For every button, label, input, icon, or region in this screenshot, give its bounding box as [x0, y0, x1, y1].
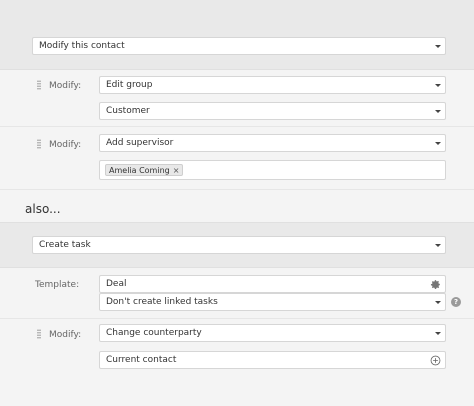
- modify-field-select[interactable]: Add supervisor: [99, 134, 446, 152]
- action-select[interactable]: Modify this contact: [32, 37, 446, 55]
- tag-label: Amelia Coming: [109, 165, 170, 175]
- modify-field-value: Add supervisor: [106, 138, 174, 148]
- action-1-section: [0, 0, 474, 70]
- help-icon[interactable]: ?: [451, 297, 461, 307]
- chevron-down-icon: [435, 84, 441, 87]
- modify-field-value: Change counterparty: [106, 328, 202, 338]
- gear-icon[interactable]: [430, 279, 441, 290]
- linked-tasks-select[interactable]: Don't create linked tasks: [99, 293, 446, 311]
- remove-tag-icon[interactable]: ×: [173, 166, 180, 175]
- chevron-down-icon: [435, 110, 441, 113]
- drag-handle-icon[interactable]: [37, 80, 41, 90]
- chevron-down-icon: [435, 301, 441, 304]
- counterparty-input[interactable]: Current contact: [99, 351, 446, 369]
- modify-label: Modify:: [49, 330, 82, 340]
- template-label: Template:: [35, 280, 80, 290]
- chevron-down-icon: [435, 45, 441, 48]
- action-select-value: Create task: [39, 240, 91, 250]
- action-select[interactable]: Create task: [32, 236, 446, 254]
- chevron-down-icon: [435, 244, 441, 247]
- modify-label: Modify:: [49, 140, 82, 150]
- also-label: also...: [25, 202, 61, 216]
- plus-circle-icon[interactable]: [430, 355, 441, 366]
- also-section: [0, 190, 474, 222]
- drag-handle-icon[interactable]: [37, 329, 41, 339]
- modify-label: Modify:: [49, 81, 82, 91]
- linked-tasks-value: Don't create linked tasks: [106, 297, 218, 307]
- modify-field-value: Edit group: [106, 80, 153, 90]
- chevron-down-icon: [435, 332, 441, 335]
- supervisor-tag-input[interactable]: Amelia Coming ×: [99, 160, 446, 180]
- counterparty-value: Current contact: [106, 355, 177, 365]
- tag-chip: Amelia Coming ×: [105, 164, 184, 176]
- drag-handle-icon[interactable]: [37, 139, 41, 149]
- group-value: Customer: [106, 106, 150, 116]
- template-value: Deal: [106, 279, 127, 289]
- template-input[interactable]: Deal: [99, 275, 446, 293]
- chevron-down-icon: [435, 142, 441, 145]
- modify-field-select[interactable]: Edit group: [99, 76, 446, 94]
- modify-field-select[interactable]: Change counterparty: [99, 324, 446, 342]
- action-select-value: Modify this contact: [39, 41, 125, 51]
- group-select[interactable]: Customer: [99, 102, 446, 120]
